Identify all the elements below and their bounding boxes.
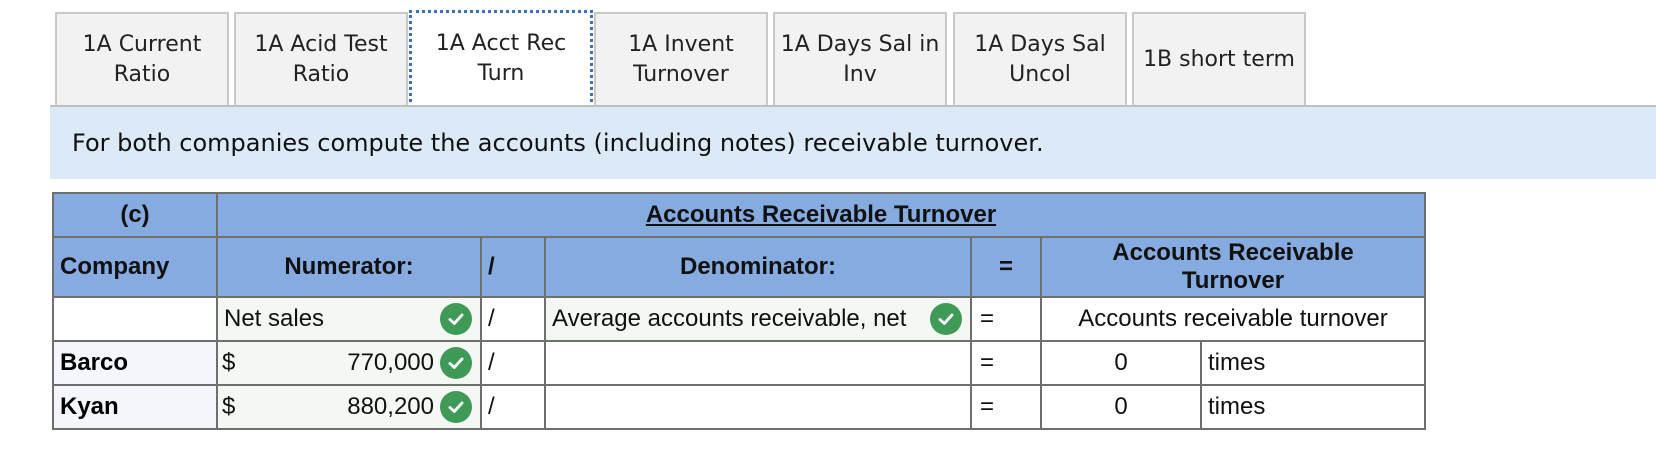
header-equals: =: [970, 236, 1042, 298]
unit-kyan: times: [1200, 384, 1426, 430]
numerator-input-barco[interactable]: $ 770,000: [216, 340, 482, 386]
header-divide-text: /: [488, 253, 495, 280]
unit-barco: times: [1200, 340, 1426, 386]
formula-divide-text: /: [488, 305, 495, 332]
tab-label: 1A Days Sal: [974, 32, 1106, 57]
instruction-text: For both companies compute the accounts …: [72, 129, 1044, 157]
tab-label: 1A Acid Test: [254, 32, 388, 57]
tab-label: Turn: [477, 61, 525, 86]
formula-result-text: Accounts receivable turnover: [1078, 305, 1388, 332]
tab-invent-turnover[interactable]: 1A Invent Turnover: [594, 12, 768, 106]
tab-acct-rec-turn[interactable]: 1A Acct Rec Turn: [409, 10, 593, 108]
tab-current-ratio[interactable]: 1A Current Ratio: [55, 12, 229, 106]
company-name-kyan: Kyan: [52, 384, 218, 430]
currency-symbol: $: [222, 393, 236, 420]
formula-result: Accounts receivable turnover: [1040, 296, 1426, 342]
denominator-input-kyan[interactable]: [544, 384, 972, 430]
header-denominator-text: Denominator:: [680, 253, 836, 280]
unit-text: times: [1208, 393, 1266, 420]
tab-days-sal-in-inv[interactable]: 1A Days Sal in Inv: [773, 12, 947, 106]
equals-text: =: [980, 349, 995, 376]
divide-text: /: [488, 393, 495, 420]
part-label: (c): [52, 192, 218, 238]
header-numerator-text: Numerator:: [284, 253, 414, 280]
equals-kyan: =: [970, 384, 1042, 430]
table-title: Accounts Receivable Turnover: [216, 192, 1426, 238]
denominator-select-value: Average accounts receivable, net: [552, 305, 907, 332]
equals-text: =: [980, 393, 995, 420]
tab-label: 1A Invent: [628, 32, 734, 57]
header-divide: /: [480, 236, 546, 298]
unit-text: times: [1208, 349, 1266, 376]
header-denominator: Denominator:: [544, 236, 972, 298]
tab-label: Inv: [843, 62, 877, 87]
company-name-text: Barco: [60, 349, 129, 376]
tab-label: Ratio: [292, 62, 350, 87]
check-circle-icon: [440, 391, 472, 423]
result-kyan[interactable]: 0: [1040, 384, 1202, 430]
header-result-text-2: Turnover: [1181, 267, 1285, 294]
tab-acid-test-ratio[interactable]: 1A Acid Test Ratio: [234, 12, 408, 106]
turnover-table: (c) Accounts Receivable Turnover Company…: [52, 192, 1506, 448]
header-result-text: Accounts Receivable: [1112, 239, 1354, 266]
table-title-text: Accounts Receivable Turnover: [645, 201, 997, 228]
formula-divide: /: [480, 296, 546, 342]
tab-label: Uncol: [1009, 62, 1071, 87]
numerator-select[interactable]: Net sales: [216, 296, 482, 342]
formula-equals: =: [970, 296, 1042, 342]
tab-label: Ratio: [113, 62, 171, 87]
tab-label: 1A Days Sal in: [780, 32, 940, 57]
header-equals-text: =: [998, 253, 1013, 280]
header-result: Accounts Receivable Turnover: [1040, 236, 1426, 298]
tab-label: 1A Acct Rec: [435, 31, 567, 56]
equals-barco: =: [970, 340, 1042, 386]
denominator-input-barco[interactable]: [544, 340, 972, 386]
result-value: 0: [1114, 393, 1128, 420]
header-company-text: Company: [60, 253, 170, 280]
divide-barco: /: [480, 340, 546, 386]
company-name-text: Kyan: [60, 393, 119, 420]
numerator-value: 770,000: [347, 349, 434, 376]
tab-days-sal-uncol[interactable]: 1A Days Sal Uncol: [953, 12, 1127, 106]
divide-text: /: [488, 349, 495, 376]
numerator-select-value: Net sales: [224, 305, 325, 332]
part-label-text: (c): [120, 201, 150, 228]
header-company: Company: [52, 236, 218, 298]
currency-symbol: $: [222, 349, 236, 376]
check-circle-icon: [440, 347, 472, 379]
numerator-value: 880,200: [347, 393, 434, 420]
tab-label: Turnover: [633, 62, 729, 87]
instruction-banner: For both companies compute the accounts …: [50, 107, 1656, 179]
result-barco[interactable]: 0: [1040, 340, 1202, 386]
denominator-select[interactable]: Average accounts receivable, net: [544, 296, 972, 342]
header-numerator: Numerator:: [216, 236, 482, 298]
company-name-barco: Barco: [52, 340, 218, 386]
divide-kyan: /: [480, 384, 546, 430]
numerator-input-kyan[interactable]: $ 880,200: [216, 384, 482, 430]
check-circle-icon: [930, 303, 962, 335]
check-circle-icon: [440, 303, 472, 335]
result-value: 0: [1114, 349, 1128, 376]
tab-label: 1B short term: [1143, 47, 1295, 72]
formula-equals-text: =: [980, 305, 995, 332]
formula-company-cell: [52, 296, 218, 342]
tab-short-term[interactable]: 1B short term: [1132, 12, 1306, 106]
tab-label: 1A Current: [82, 32, 202, 57]
